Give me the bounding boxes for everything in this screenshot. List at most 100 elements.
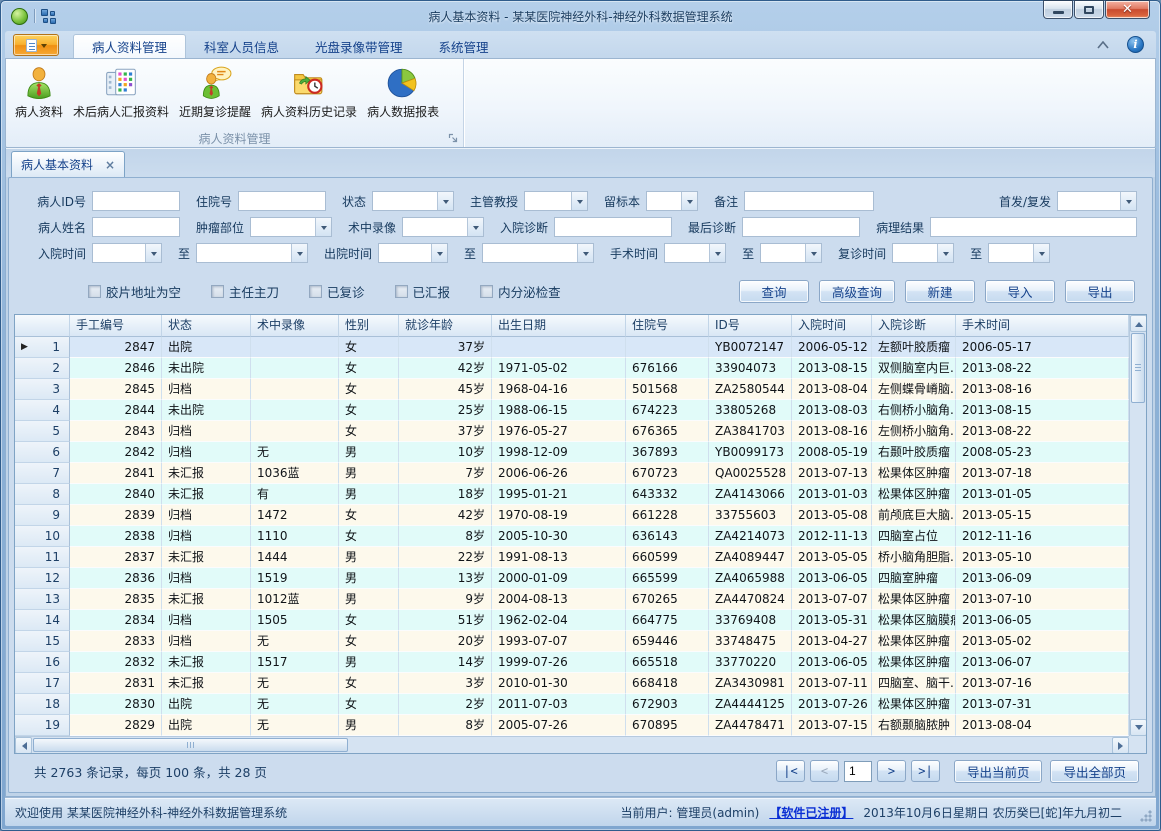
combo-arrow-icon[interactable] xyxy=(437,192,453,210)
specimen-combo[interactable] xyxy=(646,191,698,211)
surgery-time-to-combo[interactable] xyxy=(760,243,822,263)
table-row[interactable]: 112837未汇报1444男22岁1991-08-13660599ZA40894… xyxy=(15,547,1129,568)
combo-arrow-icon[interactable] xyxy=(291,244,307,262)
admit-time-to-combo[interactable] xyxy=(196,243,308,263)
tab-close-icon[interactable]: × xyxy=(105,158,115,172)
checkbox-film-address-empty[interactable]: 胶片地址为空 xyxy=(88,282,181,301)
table-row[interactable]: 132835未汇报1012蓝男9岁2004-08-13670265ZA44708… xyxy=(15,589,1129,610)
column-header-status[interactable]: 状态 xyxy=(162,315,251,337)
next-page-button[interactable]: > xyxy=(877,760,906,782)
first-page-button[interactable]: |< xyxy=(776,760,805,782)
checkbox-endocrine-exam[interactable]: 内分泌检查 xyxy=(480,282,561,301)
tab-patient-basic-info[interactable]: 病人基本资料 × xyxy=(11,151,125,177)
scroll-left-icon[interactable] xyxy=(15,737,32,754)
discharge-time-from-combo[interactable] xyxy=(378,243,448,263)
table-row[interactable]: 172831未汇报无女3岁2010-01-30668418ZA343098120… xyxy=(15,673,1129,694)
table-row[interactable]: 72841未汇报1036蓝男7岁2006-06-26670723QA002552… xyxy=(15,463,1129,484)
scroll-down-icon[interactable] xyxy=(1130,719,1147,736)
dialog-launcher-icon[interactable] xyxy=(448,133,459,144)
new-button[interactable]: 新建 xyxy=(905,280,975,303)
combo-arrow-icon[interactable] xyxy=(681,192,697,210)
revisit-time-to-combo[interactable] xyxy=(988,243,1050,263)
combo-arrow-icon[interactable] xyxy=(145,244,161,262)
scroll-right-icon[interactable] xyxy=(1112,737,1129,754)
table-row[interactable]: 32845归档女45岁1968-04-16501568ZA25805442013… xyxy=(15,379,1129,400)
export-all-pages-button[interactable]: 导出全部页 xyxy=(1050,760,1139,783)
checkbox-icon[interactable] xyxy=(211,285,224,298)
ribbon-button-revisit-reminder[interactable]: 近期复诊提醒 xyxy=(174,62,256,122)
combo-arrow-icon[interactable] xyxy=(709,244,725,262)
combo-arrow-icon[interactable] xyxy=(1033,244,1049,262)
horizontal-scrollbar[interactable] xyxy=(15,736,1129,753)
maximize-button[interactable] xyxy=(1074,0,1104,19)
last-page-button[interactable]: >| xyxy=(911,760,940,782)
pathology-input[interactable] xyxy=(930,217,1137,237)
resize-grip[interactable] xyxy=(1140,810,1152,822)
info-icon[interactable]: i xyxy=(1127,36,1144,53)
column-header-id_no[interactable]: ID号 xyxy=(709,315,792,337)
ribbon-tab-system-management[interactable]: 系统管理 xyxy=(421,34,507,58)
table-row[interactable]: 42844未出院女25岁1988-06-15674223338052682013… xyxy=(15,400,1129,421)
ribbon-tab-patient-data-management[interactable]: 病人资料管理 xyxy=(73,34,186,58)
advanced-query-button[interactable]: 高级查询 xyxy=(819,280,895,303)
checkbox-chief-surgeon[interactable]: 主任主刀 xyxy=(211,282,279,301)
column-header-admit_date[interactable]: 入院时间 xyxy=(792,315,872,337)
combo-arrow-icon[interactable] xyxy=(937,244,953,262)
professor-combo[interactable] xyxy=(524,191,588,211)
column-header-birth_date[interactable]: 出生日期 xyxy=(492,315,626,337)
checkbox-icon[interactable] xyxy=(309,285,322,298)
first-recur-combo[interactable] xyxy=(1057,191,1137,211)
column-header-admit_diag[interactable]: 入院诊断 xyxy=(872,315,956,337)
table-row[interactable]: 152833归档无女20岁1993-07-0765944633748475201… xyxy=(15,631,1129,652)
table-row[interactable]: 82840未汇报有男18岁1995-01-21643332ZA414306620… xyxy=(15,484,1129,505)
discharge-time-to-combo[interactable] xyxy=(482,243,594,263)
remark-input[interactable] xyxy=(744,191,874,211)
ribbon-button-postop-report[interactable]: 术后病人汇报资料 xyxy=(68,62,174,122)
column-header-admission_no[interactable]: 住院号 xyxy=(626,315,709,337)
surgery-time-from-combo[interactable] xyxy=(664,243,726,263)
registered-link[interactable]: 【软件已注册】 xyxy=(769,804,853,821)
combo-arrow-icon[interactable] xyxy=(1120,192,1136,210)
combo-arrow-icon[interactable] xyxy=(315,218,331,236)
table-row[interactable]: 102838归档1110女8岁2005-10-30636143ZA4214073… xyxy=(15,526,1129,547)
table-row[interactable]: 182830出院无女2岁2011-07-03672903ZA4444125201… xyxy=(15,694,1129,715)
final-diag-input[interactable] xyxy=(742,217,860,237)
export-current-page-button[interactable]: 导出当前页 xyxy=(954,760,1043,783)
prev-page-button[interactable]: < xyxy=(810,760,839,782)
table-row[interactable]: 142834归档1505女51岁1962-02-0466477533769408… xyxy=(15,610,1129,631)
application-menu-button[interactable] xyxy=(13,34,59,56)
quick-access-grid-icon[interactable] xyxy=(41,9,56,24)
close-button[interactable]: ✕ xyxy=(1105,0,1150,19)
table-row[interactable]: 22846未出院女42岁1971-05-02676166339040732013… xyxy=(15,358,1129,379)
import-button[interactable]: 导入 xyxy=(985,280,1055,303)
query-button[interactable]: 查询 xyxy=(739,280,809,303)
table-row[interactable]: 52843归档女37岁1976-05-27676365ZA38417032013… xyxy=(15,421,1129,442)
vertical-scroll-thumb[interactable] xyxy=(1131,333,1145,403)
ribbon-button-data-reports[interactable]: 病人数据报表 xyxy=(362,62,444,122)
column-header-video[interactable]: 术中录像 xyxy=(251,315,339,337)
revisit-time-from-combo[interactable] xyxy=(892,243,954,263)
admission-no-input[interactable] xyxy=(238,191,326,211)
table-row[interactable]: 162832未汇报1517男14岁1999-07-266655183377022… xyxy=(15,652,1129,673)
combo-arrow-icon[interactable] xyxy=(577,244,593,262)
combo-arrow-icon[interactable] xyxy=(431,244,447,262)
checkbox-reported[interactable]: 已汇报 xyxy=(395,282,451,301)
ribbon-tab-department-staff[interactable]: 科室人员信息 xyxy=(186,34,297,58)
column-header-manual_no[interactable]: 手工编号 xyxy=(70,315,162,337)
admit-time-from-combo[interactable] xyxy=(92,243,162,263)
column-header-surgery_date[interactable]: 手术时间 xyxy=(956,315,1129,337)
checkbox-icon[interactable] xyxy=(480,285,493,298)
ribbon-tab-disc-video-management[interactable]: 光盘录像带管理 xyxy=(297,34,421,58)
scroll-up-icon[interactable] xyxy=(1130,315,1147,332)
patient-id-input[interactable] xyxy=(92,191,180,211)
patient-name-input[interactable] xyxy=(92,217,180,237)
horizontal-scroll-thumb[interactable] xyxy=(33,738,348,752)
combo-arrow-icon[interactable] xyxy=(805,244,821,262)
collapse-ribbon-chevron-icon[interactable] xyxy=(1097,41,1109,49)
column-header-age[interactable]: 就诊年龄 xyxy=(399,315,492,337)
video-combo[interactable] xyxy=(402,217,484,237)
combo-arrow-icon[interactable] xyxy=(571,192,587,210)
checkbox-revisited[interactable]: 已复诊 xyxy=(309,282,365,301)
minimize-button[interactable] xyxy=(1043,0,1073,19)
table-row[interactable]: 62842归档无男10岁1998-12-09367893YB0099173200… xyxy=(15,442,1129,463)
